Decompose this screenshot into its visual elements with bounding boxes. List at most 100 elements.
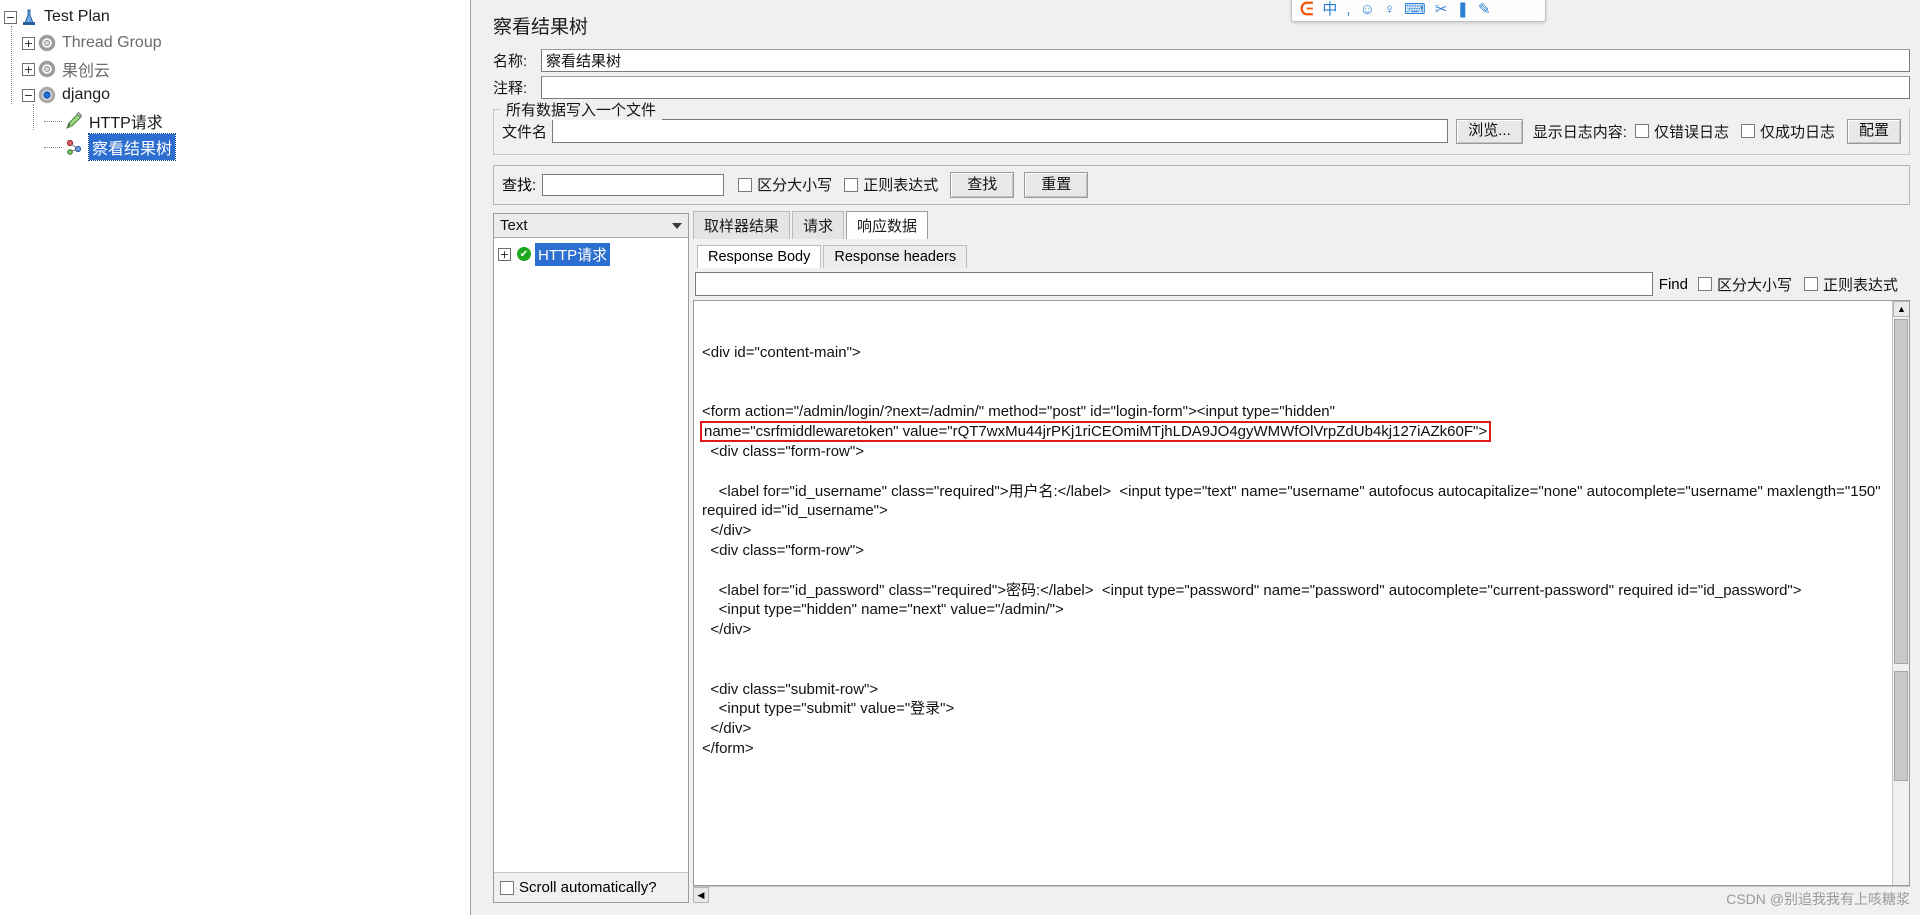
checkbox-box[interactable] xyxy=(1697,277,1712,291)
response-vertical-scrollbar[interactable]: ▲ xyxy=(1892,301,1909,885)
tree-item-label: django xyxy=(62,86,111,103)
sampler-results-tree[interactable]: + ✔ HTTP请求 xyxy=(494,238,688,872)
search-toolbar: 查找: 区分大小写 正则表达式 查找 重置 xyxy=(493,164,1910,205)
checkbox-box[interactable] xyxy=(1803,277,1818,291)
success-only-label: 仅成功日志 xyxy=(1759,123,1835,141)
response-line: <input type="submit" value="登录"> xyxy=(702,700,955,718)
filename-row: 文件名 浏览... 显示日志内容: 仅错误日志 仅成功日志 配置 xyxy=(502,119,1901,144)
tree-item-django[interactable]: − django xyxy=(0,82,470,108)
chevron-down-icon[interactable] xyxy=(672,222,682,229)
response-line: <div class="form-row"> xyxy=(702,541,864,559)
tree-item-test-plan[interactable]: − Test Plan xyxy=(0,4,470,30)
page-title: 察看结果树 xyxy=(493,17,589,38)
comment-field-row: 注释: xyxy=(479,74,1920,101)
regex-label: 正则表达式 xyxy=(863,177,939,195)
expand-collapse-icon[interactable]: + xyxy=(498,247,511,261)
case-sensitive-label: 区分大小写 xyxy=(757,177,833,195)
tree-connector xyxy=(44,120,62,122)
search-case-sensitive-checkbox[interactable]: 区分大小写 xyxy=(738,174,832,195)
response-case-sensitive-checkbox[interactable]: 区分大小写 xyxy=(1697,274,1792,295)
ime-settings-icon[interactable]: ✎ xyxy=(1478,2,1491,17)
expand-collapse-icon[interactable]: − xyxy=(4,10,17,24)
response-find-input[interactable] xyxy=(695,272,1653,296)
response-line xyxy=(702,561,1884,581)
scrollbar-thumb-secondary[interactable] xyxy=(1894,671,1908,781)
render-format-value: Text xyxy=(500,217,528,234)
results-split-pane: Text + ✔ HTTP请求 Scroll automatically? 取样… xyxy=(493,211,1910,903)
reset-button[interactable]: 重置 xyxy=(1024,171,1089,198)
find-button[interactable]: 查找 xyxy=(950,171,1015,198)
expand-collapse-icon[interactable]: + xyxy=(22,36,35,50)
tree-item-label: Thread Group xyxy=(62,34,162,51)
response-regex-checkbox[interactable]: 正则表达式 xyxy=(1803,274,1898,295)
scroll-automatically-checkbox[interactable]: Scroll automatically? xyxy=(494,872,688,902)
regex-label: 正则表达式 xyxy=(1822,276,1898,294)
search-regex-checkbox[interactable]: 正则表达式 xyxy=(844,174,938,195)
tree-item-view-results-tree[interactable]: 察看结果树 xyxy=(0,133,470,161)
log-display-label: 显示日志内容: xyxy=(1532,123,1627,141)
response-line: <div id="content-main"> xyxy=(702,344,861,361)
checkbox-box[interactable] xyxy=(500,880,514,895)
ime-punctuation-icon[interactable]: , xyxy=(1346,2,1350,17)
group-legend: 所有数据写入一个文件 xyxy=(500,99,663,120)
name-field-row: 名称: xyxy=(479,47,1920,74)
configure-button[interactable]: 配置 xyxy=(1846,119,1901,144)
browse-button[interactable]: 浏览... xyxy=(1456,119,1523,144)
tab-request[interactable]: 请求 xyxy=(792,211,845,239)
expand-collapse-icon[interactable]: − xyxy=(22,88,35,102)
jmeter-window: − Test Plan + Thread Group + 果创云 − djang… xyxy=(0,0,1920,915)
response-line: </form> xyxy=(702,739,754,757)
ime-language-icon[interactable]: 中 xyxy=(1322,2,1337,17)
expand-collapse-icon[interactable]: + xyxy=(22,62,35,76)
scrollbar-thumb[interactable] xyxy=(1894,319,1908,664)
response-line: <form action="/admin/login/?next=/admin/… xyxy=(702,403,1340,421)
render-format-combo[interactable]: Text xyxy=(494,214,688,238)
subtab-response-headers[interactable]: Response headers xyxy=(823,245,968,268)
response-line-highlighted: name="csrfmiddlewaretoken" value="rQT7wx… xyxy=(699,421,1884,443)
case-sensitive-label: 区分大小写 xyxy=(1716,276,1792,294)
tab-sampler-result[interactable]: 取样器结果 xyxy=(693,211,791,239)
sogou-logo-icon[interactable]: ᕮ xyxy=(1300,0,1313,18)
tree-connector xyxy=(44,146,62,148)
checkbox-box[interactable] xyxy=(1740,124,1755,139)
errors-only-checkbox[interactable]: 仅错误日志 xyxy=(1634,121,1729,142)
tree-item-thread-group[interactable]: + Thread Group xyxy=(0,30,470,56)
listener-config-panel: ᕮ 中 , ☺ ♀ ⌨ ✂ ❚ ✎ 察看结果树 名称: 注释: 所有数据写入一个… xyxy=(471,0,1920,915)
thread-group-icon xyxy=(37,33,57,53)
checkbox-box[interactable] xyxy=(844,177,859,192)
sampler-result-row[interactable]: + ✔ HTTP请求 xyxy=(498,242,684,266)
response-line: <input type="hidden" name="next" value="… xyxy=(702,601,1064,619)
tab-response-data[interactable]: 响应数据 xyxy=(846,211,929,239)
ime-emoji-icon[interactable]: ☺ xyxy=(1360,2,1375,17)
response-line: <div class="form-row"> xyxy=(702,442,864,460)
watermark-text: CSDN @别追我我有上咳糖浆 xyxy=(1726,891,1910,907)
response-subtabs: Response Body Response headers xyxy=(693,243,1910,268)
response-body-viewer[interactable]: <div id="content-main"> <form action="/a… xyxy=(693,300,1910,886)
thread-group-icon xyxy=(37,59,57,79)
ime-keyboard-icon[interactable]: ⌨ xyxy=(1404,2,1426,17)
scroll-up-arrow-icon[interactable]: ▲ xyxy=(1893,301,1909,317)
name-input[interactable] xyxy=(541,49,1910,72)
sogou-ime-toolbar[interactable]: ᕮ 中 , ☺ ♀ ⌨ ✂ ❚ ✎ xyxy=(1291,0,1546,22)
tree-item-http-request[interactable]: HTTP请求 xyxy=(0,108,470,134)
scroll-left-arrow-icon[interactable]: ◀ xyxy=(693,887,709,903)
test-plan-tree-panel[interactable]: − Test Plan + Thread Group + 果创云 − djang… xyxy=(0,0,471,915)
response-find-button[interactable]: Find xyxy=(1659,276,1688,293)
checkbox-box[interactable] xyxy=(1634,124,1649,139)
tree-item-guochuangyun[interactable]: + 果创云 xyxy=(0,56,470,82)
ime-toolbox-icon[interactable]: ❚ xyxy=(1456,2,1469,17)
errors-only-label: 仅错误日志 xyxy=(1653,123,1729,141)
comment-input[interactable] xyxy=(541,76,1910,99)
success-only-checkbox[interactable]: 仅成功日志 xyxy=(1740,121,1835,142)
ime-voice-icon[interactable]: ♀ xyxy=(1384,2,1395,17)
response-find-bar: Find 区分大小写 正则表达式 xyxy=(693,268,1910,300)
checkbox-box[interactable] xyxy=(738,177,753,192)
subtab-response-body[interactable]: Response Body xyxy=(697,245,822,268)
search-input[interactable] xyxy=(542,173,725,196)
tree-item-label: 察看结果树 xyxy=(87,133,177,161)
filename-input[interactable] xyxy=(552,119,1449,144)
response-line: <label for="id_username" class="required… xyxy=(702,482,1885,520)
response-line xyxy=(702,640,1884,660)
ime-screenshot-icon[interactable]: ✂ xyxy=(1435,2,1448,17)
csrf-token-highlight: name="csrfmiddlewaretoken" value="rQT7wx… xyxy=(699,421,1492,443)
